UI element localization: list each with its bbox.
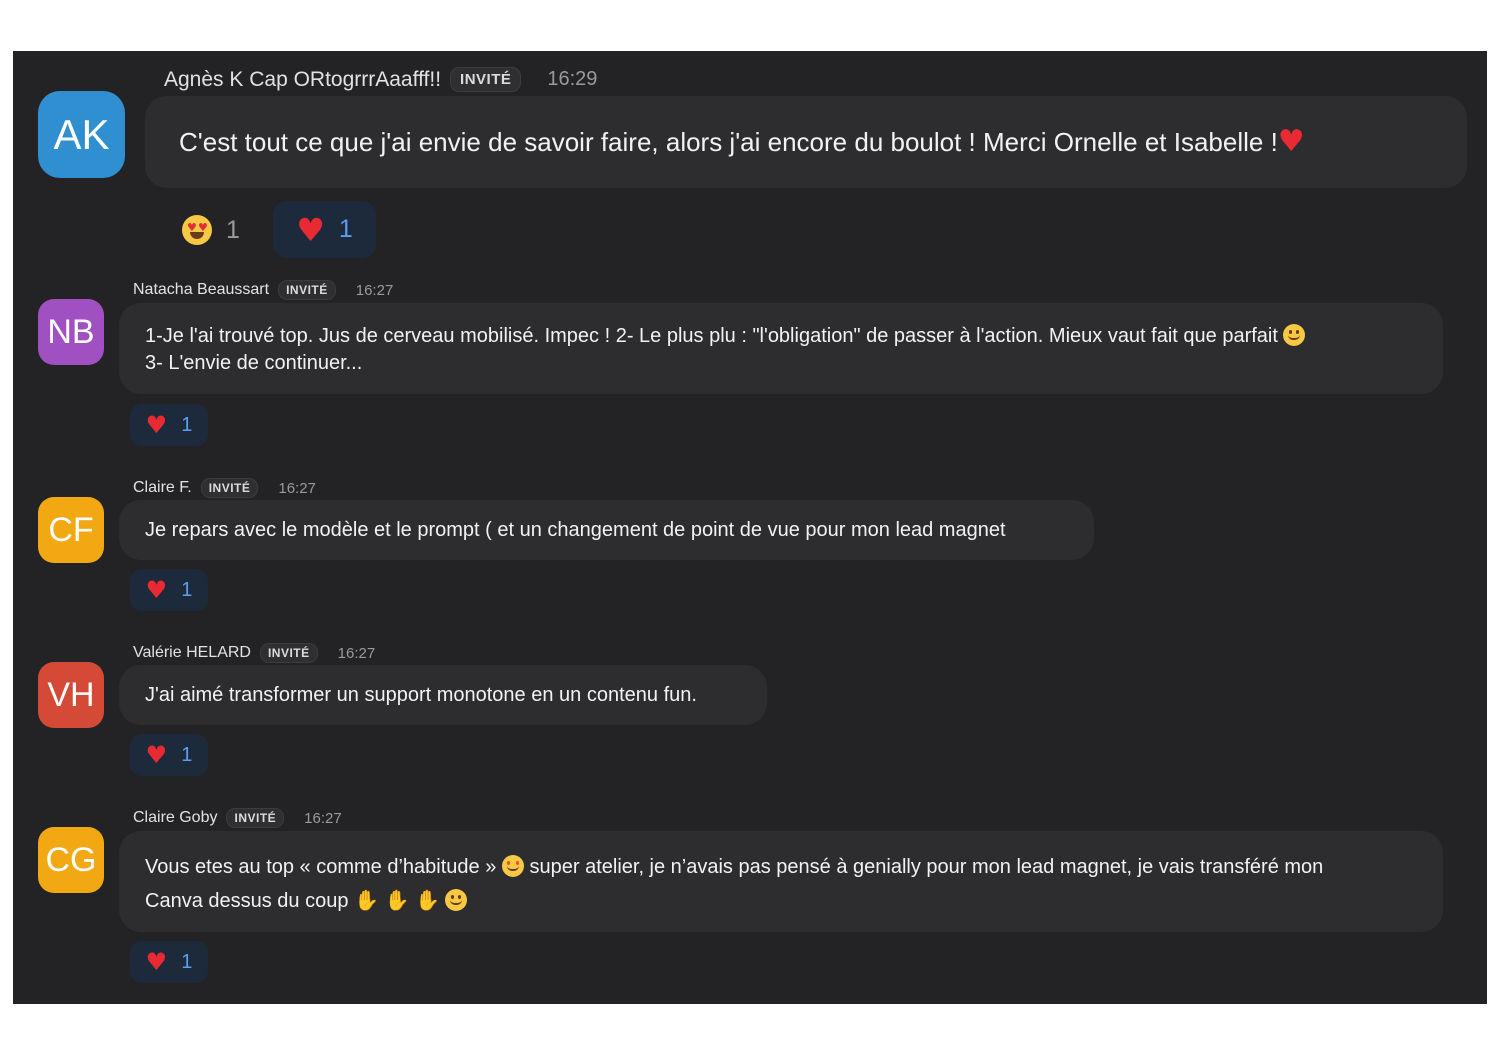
timestamp: 16:27 [278,479,316,497]
reaction-heart[interactable]: ♥ 1 [130,569,208,611]
message-text: C'est tout ce que j'ai envie de savoir f… [179,127,1278,157]
clapping-hands-icon: ✋ [354,888,379,912]
message-text-line: Canva dessus du coup [145,890,349,912]
avatar[interactable]: CF [38,497,104,563]
message-header: Claire Goby INVITÉ 16:27 [133,808,342,828]
message-header: Valérie HELARD INVITÉ 16:27 [133,643,375,663]
message-text-line: 3- L'envie de continuer... [145,352,363,374]
reaction-heart[interactable]: ♥ 1 [130,941,208,983]
red-heart-icon: ♥ [145,576,168,604]
reaction-count: 1 [181,743,193,766]
reaction-heart-eyes[interactable]: ♥ ♥ 1 [165,202,257,258]
author-name[interactable]: Valérie HELARD [133,644,251,662]
reaction-count: 1 [181,578,193,601]
message-bubble[interactable]: C'est tout ce que j'ai envie de savoir f… [145,96,1467,188]
message-header: Claire F. INVITÉ 16:27 [133,478,316,498]
timestamp: 16:27 [304,809,342,827]
reaction-count: 1 [181,950,193,973]
timestamp: 16:27 [337,644,376,662]
message-bubble[interactable]: J'ai aimé transformer un support monoton… [119,665,767,725]
reaction-count: 1 [181,413,193,436]
timestamp: 16:27 [355,281,394,299]
red-heart-icon: ♥ [1277,124,1305,159]
message-header: Agnès K Cap ORtogrrrAaafff!! INVITÉ 16:2… [164,67,597,92]
author-name[interactable]: Agnès K Cap ORtogrrrAaafff!! [164,68,441,92]
author-name[interactable]: Claire Goby [133,809,217,827]
message-text: Je repars avec le modèle et le prompt ( … [145,519,1006,541]
clapping-hands-icon: ✋ [414,888,440,912]
message-bubble[interactable]: Vous etes au top « comme d’habitude » su… [119,831,1443,932]
reaction-heart[interactable]: ♥ 1 [273,201,376,258]
guest-badge: INVITÉ [200,478,259,498]
message-bubble[interactable]: 1-Je l'ai trouvé top. Jus de cerveau mob… [119,303,1443,394]
guest-badge: INVITÉ [278,280,336,300]
message-bubble[interactable]: Je repars avec le modèle et le prompt ( … [119,500,1094,560]
red-heart-icon: ♥ [145,948,168,976]
author-name[interactable]: Natacha Beaussart [133,281,269,299]
avatar[interactable]: CG [38,827,104,893]
message-header: Natacha Beaussart INVITÉ 16:27 [133,280,393,300]
reaction-heart[interactable]: ♥ 1 [130,734,208,776]
clapping-hands-icon: ✋ [384,888,410,912]
guest-badge: INVITÉ [259,643,318,663]
star-struck-face-icon [501,855,524,877]
guest-badge: INVITÉ [226,808,285,828]
chat-panel: AK Agnès K Cap ORtogrrrAaafff!! INVITÉ 1… [13,51,1487,1004]
reaction-heart[interactable]: ♥ 1 [130,404,208,446]
message-text: J'ai aimé transformer un support monoton… [145,684,697,706]
message-text-line: Vous etes au top « comme d’habitude » [145,856,497,878]
timestamp: 16:29 [547,68,598,90]
avatar[interactable]: VH [38,662,104,728]
author-name[interactable]: Claire F. [133,479,192,497]
reaction-count: 1 [338,215,353,243]
guest-badge: INVITÉ [450,67,522,92]
red-heart-icon: ♥ [145,741,168,769]
smiling-face-with-hearts-icon [445,889,468,911]
red-heart-icon: ♥ [296,210,325,249]
slightly-smiling-face-icon [1283,324,1306,346]
message-text-line: 1-Je l'ai trouvé top. Jus de cerveau mob… [145,325,1278,347]
avatar[interactable]: NB [38,299,104,365]
heart-eyes-face-icon: ♥ ♥ [182,215,213,245]
message-text-line: super atelier, je n’avais pas pensé à ge… [529,856,1324,878]
red-heart-icon: ♥ [145,411,168,439]
reaction-count: 1 [226,215,240,244]
avatar[interactable]: AK [38,91,125,178]
